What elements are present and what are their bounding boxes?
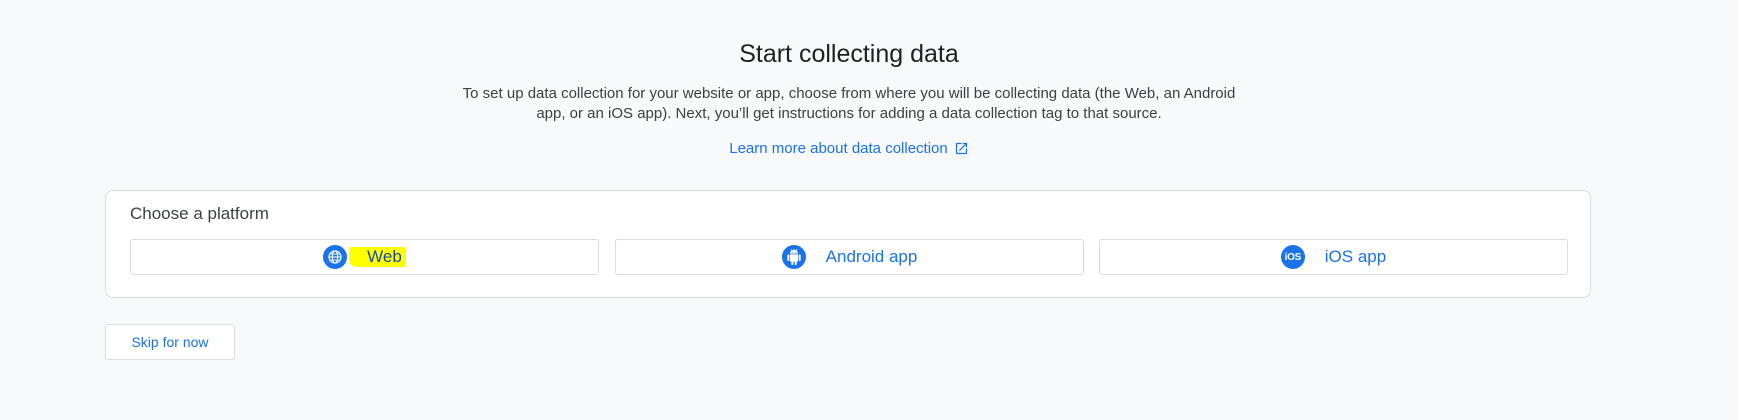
choose-platform-title: Choose a platform [130, 204, 269, 223]
start-collecting-data-page: Start collecting data To set up data col… [0, 0, 1738, 420]
ios-icon-text: iOS [1284, 251, 1302, 263]
choose-platform-card: Choose a platform Web Android app iOS iO… [105, 190, 1591, 298]
learn-more-label: Learn more about data collection [729, 140, 948, 157]
web-label: Web [349, 247, 406, 267]
ios-platform-button[interactable]: iOS iOS app [1099, 239, 1568, 275]
android-icon [781, 245, 806, 269]
globe-icon [323, 245, 348, 269]
open-in-new-icon [954, 141, 969, 160]
android-label: Android app [825, 247, 918, 266]
page-description: To set up data collection for your websi… [462, 85, 1236, 122]
skip-for-now-button[interactable]: Skip for now [105, 324, 235, 360]
android-platform-button[interactable]: Android app [615, 239, 1084, 275]
ios-icon: iOS [1280, 245, 1305, 269]
learn-more-link[interactable]: Learn more about data collection [0, 140, 1698, 160]
web-platform-button[interactable]: Web [130, 239, 599, 275]
ios-label: iOS app [1324, 247, 1387, 266]
page-title: Start collecting data [739, 40, 959, 68]
